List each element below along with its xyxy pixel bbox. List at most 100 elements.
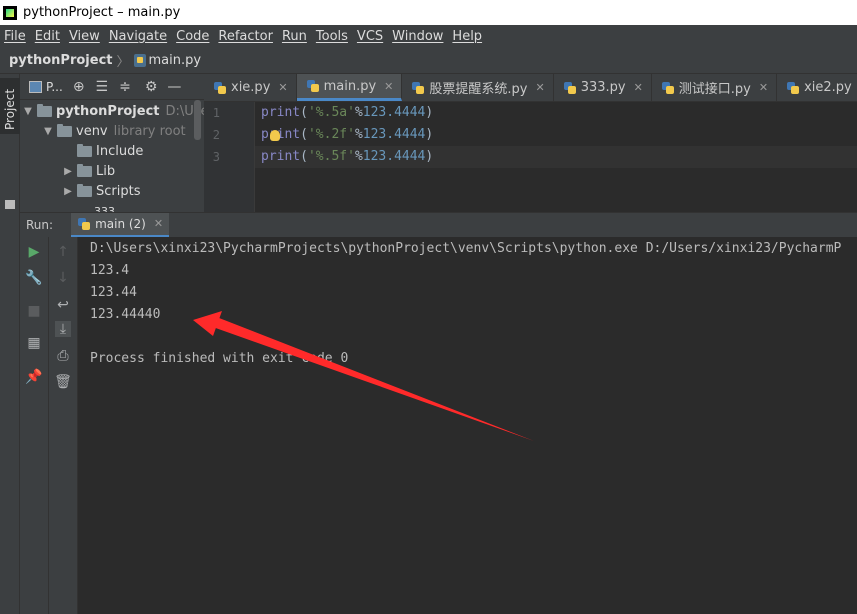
close-icon[interactable]: ✕	[154, 217, 163, 230]
tab-test-api[interactable]: 测试接口.py ✕	[652, 74, 778, 101]
console-line: D:\Users\xinxi23\PycharmProjects\pythonP…	[90, 241, 842, 256]
lightbulb-icon[interactable]	[270, 130, 280, 141]
run-toolbar-primary: ▶ 🔧 ■ ▦ 📌	[20, 237, 49, 614]
folder-icon	[77, 183, 92, 197]
menu-refactor[interactable]: Refactor	[214, 29, 278, 44]
tab-main[interactable]: main.py ✕	[296, 74, 403, 101]
trash-icon[interactable]: 🗑	[54, 374, 72, 390]
tab-stock-alert[interactable]: 股票提醒系统.py ✕	[402, 74, 554, 101]
python-file-icon	[661, 81, 675, 95]
python-file-icon	[563, 81, 577, 95]
tree-scrollbar[interactable]	[194, 100, 201, 140]
project-tool-window-button[interactable]: Project	[0, 78, 20, 134]
console-line: 123.44	[90, 285, 137, 300]
breadcrumb-project[interactable]: pythonProject	[9, 53, 113, 68]
project-toolbar: P... ⊕ ☰ ≑ ⚙ —	[20, 74, 204, 100]
tab-xie[interactable]: xie.py ✕	[204, 74, 297, 101]
rerun-icon[interactable]: ▶	[26, 244, 42, 260]
python-icon	[77, 217, 91, 231]
breadcrumb: pythonProject 〉 main.py	[0, 47, 857, 74]
tab-333[interactable]: 333.py ✕	[554, 74, 652, 101]
run-tab-main[interactable]: main (2) ✕	[71, 212, 170, 238]
wrench-icon[interactable]: 🔧	[25, 270, 42, 286]
tab-label: xie.py	[231, 80, 271, 95]
run-console-output[interactable]: D:\Users\xinxi23\PycharmProjects\pythonP…	[78, 237, 857, 614]
menu-edit[interactable]: Edit	[31, 29, 65, 44]
menu-window[interactable]: Window	[388, 29, 448, 44]
soft-wrap-icon[interactable]: ↩	[55, 297, 71, 313]
tree-item-venv[interactable]: ▼ venv library root	[42, 121, 186, 141]
menu-tools[interactable]: Tools	[312, 29, 353, 44]
python-file-icon	[213, 81, 227, 95]
menu-help[interactable]: Help	[448, 29, 487, 44]
tab-label: main.py	[323, 78, 377, 94]
code-token: print	[261, 105, 301, 120]
expand-all-icon[interactable]: ☰	[96, 80, 109, 94]
collapse-all-icon[interactable]: ≑	[119, 80, 131, 94]
editor-tab-bar: xie.py ✕ main.py ✕ 股票提醒系统.py ✕ 333.py ✕ …	[204, 74, 857, 102]
line-number: 3	[212, 150, 220, 164]
tab-label: 测试接口.py	[678, 82, 751, 97]
code-token: (	[300, 149, 308, 164]
scroll-to-end-icon[interactable]: ⤓	[55, 321, 71, 337]
close-icon[interactable]: ✕	[384, 80, 393, 93]
code-token: )	[425, 105, 434, 120]
arrow-down-icon[interactable]: ↓	[55, 270, 71, 286]
tree-label: Include	[96, 143, 144, 159]
code-token: '%.2f'	[307, 127, 355, 142]
python-file-icon	[411, 81, 425, 95]
folder-icon	[77, 163, 92, 177]
tree-label: venv	[76, 123, 108, 139]
tree-label: pythonProject	[56, 103, 160, 119]
menu-run[interactable]: Run	[278, 29, 312, 44]
menu-code[interactable]: Code	[172, 29, 214, 44]
menu-file[interactable]: File	[0, 29, 31, 44]
tree-item-333[interactable]: 333	[94, 201, 115, 213]
print-icon[interactable]: ⎙	[55, 348, 71, 364]
arrow-up-icon[interactable]: ↑	[55, 244, 71, 260]
code-token: )	[425, 127, 434, 142]
pin-icon[interactable]: 📌	[25, 369, 42, 385]
tree-hint: library root	[113, 123, 186, 139]
close-icon[interactable]: ✕	[535, 81, 544, 94]
stop-icon[interactable]: ■	[26, 303, 42, 319]
pycharm-logo-icon	[3, 5, 17, 20]
close-icon[interactable]: ✕	[634, 81, 643, 94]
chevron-down-icon[interactable]: ▼	[42, 126, 54, 137]
run-toolbar-secondary: ↑ ↓ ↩ ⤓ ⎙ 🗑	[49, 237, 78, 614]
menu-view[interactable]: View	[65, 29, 105, 44]
tree-item-include[interactable]: Include	[62, 141, 143, 161]
gear-icon[interactable]: ⚙	[145, 80, 158, 94]
title-bar: pythonProject – main.py	[0, 0, 857, 25]
run-tab-label: main (2)	[95, 216, 146, 231]
locate-icon[interactable]: ⊕	[73, 80, 85, 94]
code-token: '%.5a'	[307, 105, 355, 120]
breadcrumb-file[interactable]: main.py	[149, 53, 202, 68]
tree-label: 333	[94, 204, 115, 213]
hide-icon[interactable]: —	[167, 80, 181, 94]
window-title: pythonProject – main.py	[23, 5, 181, 20]
tree-item-lib[interactable]: ▶ Lib	[62, 161, 115, 181]
line-number-gutter: 1 2 3	[204, 102, 255, 212]
chevron-down-icon[interactable]: ▼	[22, 106, 34, 117]
tree-item-scripts[interactable]: ▶ Scripts	[62, 181, 140, 201]
project-view-selector[interactable]: P...	[46, 80, 63, 94]
close-icon[interactable]: ✕	[278, 81, 287, 94]
python-file-icon	[786, 81, 800, 95]
tree-item-pythonproject[interactable]: ▼ pythonProject D:\User:	[22, 101, 204, 121]
chevron-right-icon[interactable]: ▶	[62, 186, 74, 197]
line-number: 2	[212, 128, 220, 142]
close-icon[interactable]: ✕	[759, 81, 768, 94]
layout-icon[interactable]: ▦	[26, 335, 42, 351]
menu-vcs[interactable]: VCS	[353, 29, 388, 44]
menu-navigate[interactable]: Navigate	[105, 29, 172, 44]
project-stripe-label: Project	[3, 88, 17, 130]
tree-label: Lib	[96, 163, 116, 179]
chevron-right-icon[interactable]: ▶	[62, 166, 74, 177]
console-line: 123.44440	[90, 307, 161, 322]
folder-icon	[57, 123, 72, 137]
tab-xie2[interactable]: xie2.py ✕	[777, 74, 857, 101]
code-token: 123.4444	[362, 105, 426, 120]
code-editor[interactable]: 1 2 3 print('%.5a'%123.4444) print('%.2f…	[204, 102, 857, 212]
folder-icon	[37, 103, 52, 117]
